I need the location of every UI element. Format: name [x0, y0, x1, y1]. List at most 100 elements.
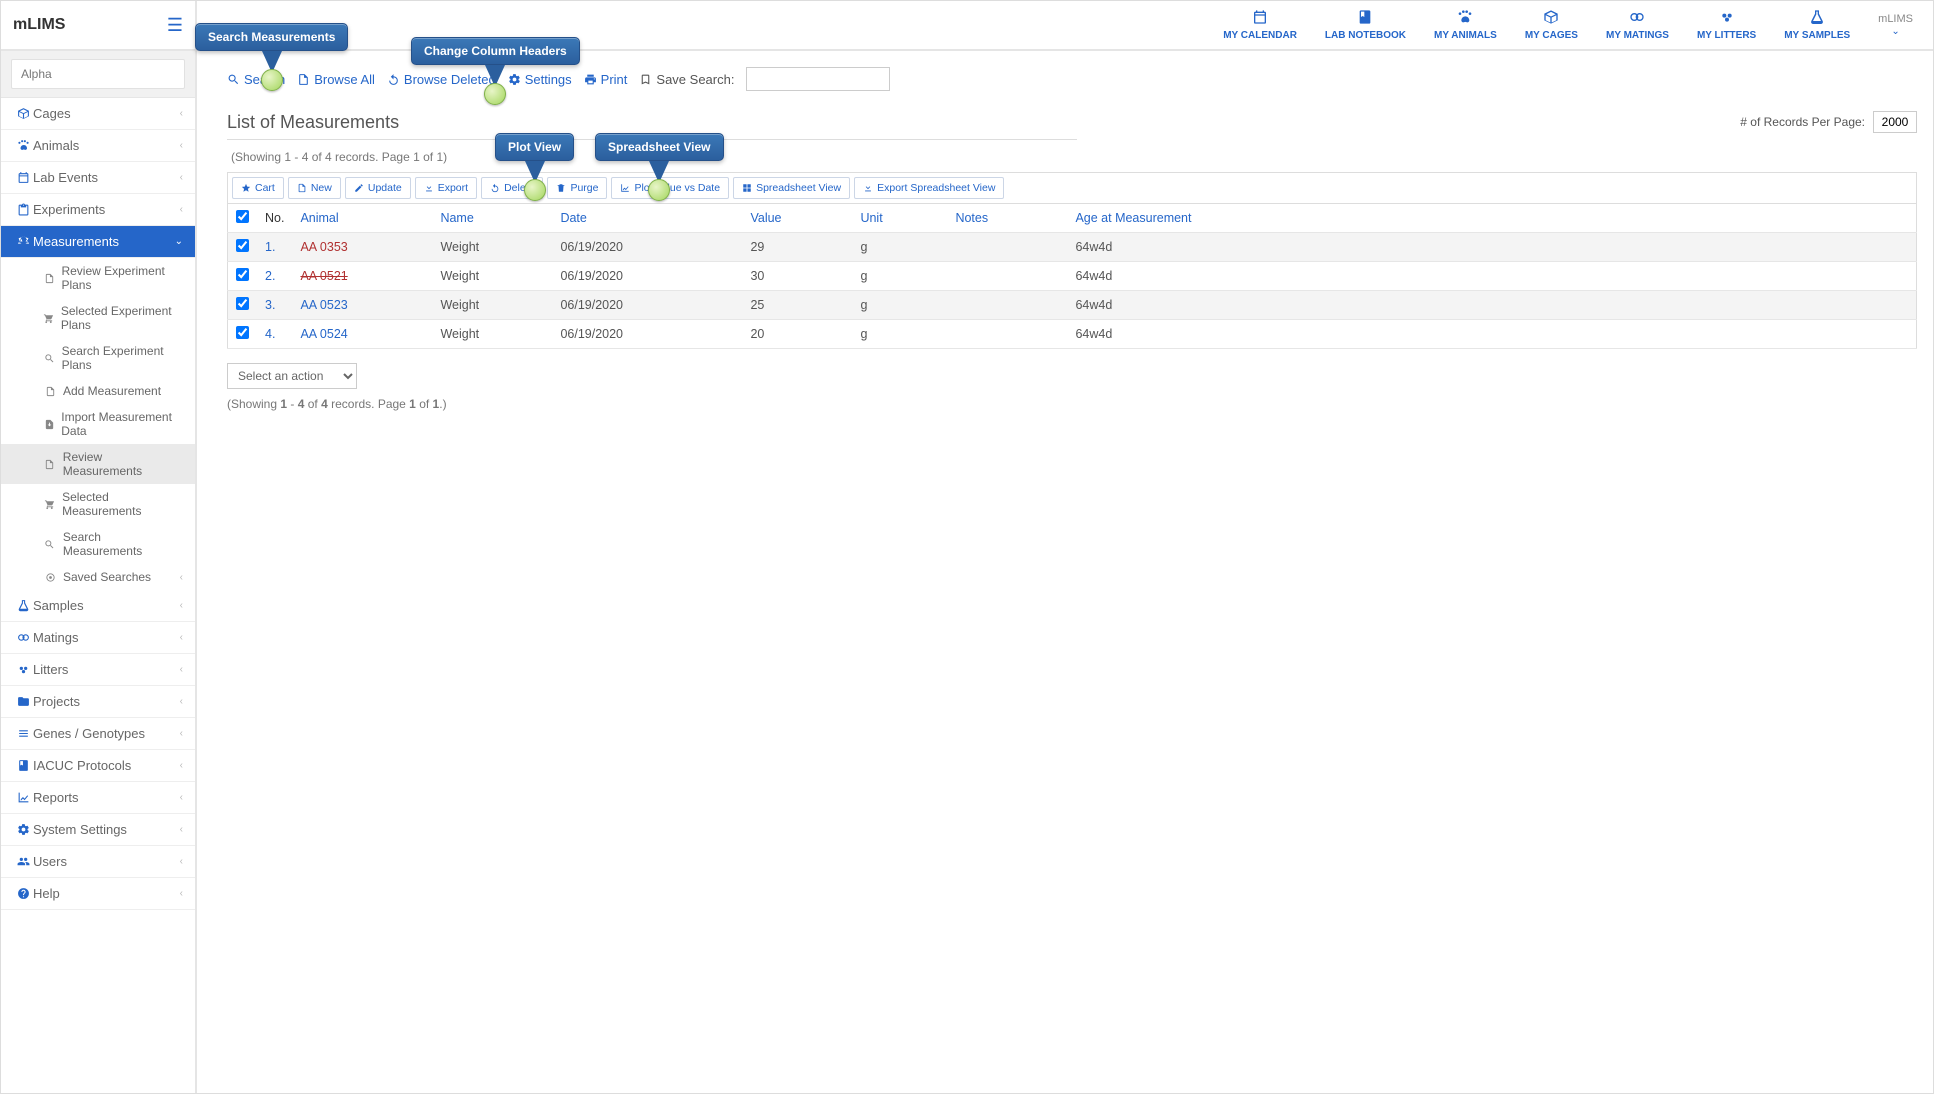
- sidebar-item-animals[interactable]: Animals‹: [1, 130, 195, 162]
- sidebar-sub-import-measurement-data[interactable]: Import Measurement Data: [1, 404, 195, 444]
- per-page-label: # of Records Per Page:: [1740, 115, 1865, 129]
- save-search-input[interactable]: [746, 67, 890, 91]
- sidebar-sub-review-experiment-plans[interactable]: Review Experiment Plans: [1, 258, 195, 298]
- sidebar-item-label: Animals: [33, 138, 79, 153]
- sidebar-sub-saved-searches[interactable]: Saved Searches‹: [1, 564, 195, 590]
- sidebar-item-experiments[interactable]: Experiments‹: [1, 194, 195, 226]
- col-checkbox[interactable]: [228, 204, 258, 233]
- sidebar-item-genes-genotypes[interactable]: Genes / Genotypes‹: [1, 718, 195, 750]
- chevron-icon: ‹: [180, 792, 183, 803]
- per-page-input[interactable]: [1873, 111, 1917, 133]
- animal-link[interactable]: AA 0353: [300, 240, 347, 254]
- sidebar-item-cages[interactable]: Cages‹: [1, 98, 195, 130]
- profile-menu[interactable]: mLIMS ⌄: [1878, 13, 1913, 37]
- sidebar-sub-review-measurements[interactable]: Review Measurements: [1, 444, 195, 484]
- bulk-action-select[interactable]: Select an action: [227, 363, 357, 389]
- cell-name: Weight: [432, 233, 552, 262]
- select-all-checkbox[interactable]: [236, 210, 249, 223]
- col-value[interactable]: Value: [742, 204, 852, 233]
- sidebar-item-users[interactable]: Users‹: [1, 846, 195, 878]
- quicknav-my-samples[interactable]: MY SAMPLES: [1784, 9, 1850, 41]
- update-button[interactable]: Update: [345, 177, 411, 199]
- hamburger-icon[interactable]: ☰: [167, 15, 183, 36]
- sidebar-item-lab-events[interactable]: Lab Events‹: [1, 162, 195, 194]
- quicknav-my-litters[interactable]: MY LITTERS: [1697, 9, 1756, 41]
- col-animal[interactable]: Animal: [292, 204, 432, 233]
- sidebar-item-samples[interactable]: Samples‹: [1, 590, 195, 622]
- sidebar-search-input[interactable]: [11, 59, 185, 89]
- row-no: 1.: [257, 233, 292, 262]
- page-title: List of Measurements: [227, 112, 399, 133]
- sidebar-sub-selected-measurements[interactable]: Selected Measurements: [1, 484, 195, 524]
- col-age[interactable]: Age at Measurement: [1067, 204, 1916, 233]
- matings-icon: [17, 631, 30, 644]
- doc-icon: [44, 459, 55, 470]
- animal-link[interactable]: AA 0523: [300, 298, 347, 312]
- sidebar-item-label: Reports: [33, 790, 79, 805]
- col-unit[interactable]: Unit: [852, 204, 947, 233]
- quicknav-my-matings[interactable]: MY MATINGS: [1606, 9, 1669, 41]
- new-button[interactable]: New: [288, 177, 341, 199]
- row-checkbox[interactable]: [236, 326, 249, 339]
- table-row: 2.AA 0521Weight06/19/202030g64w4d: [228, 262, 1917, 291]
- quicknav-lab-notebook[interactable]: LAB NOTEBOOK: [1325, 9, 1406, 41]
- sidebar-sub-label: Selected Experiment Plans: [61, 304, 183, 332]
- col-notes[interactable]: Notes: [947, 204, 1067, 233]
- cube-icon: [1543, 9, 1559, 25]
- sidebar-item-measurements[interactable]: Measurements⌄: [1, 226, 195, 258]
- chevron-icon: ‹: [180, 696, 183, 707]
- callout-search: Search Measurements: [195, 23, 348, 51]
- chevron-icon: ⌄: [175, 236, 183, 247]
- sidebar-item-label: Samples: [33, 598, 84, 613]
- sidebar-sub-search-measurements[interactable]: Search Measurements: [1, 524, 195, 564]
- print-link[interactable]: Print: [584, 72, 628, 87]
- animal-link[interactable]: AA 0524: [300, 327, 347, 341]
- col-name[interactable]: Name: [432, 204, 552, 233]
- sidebar-item-litters[interactable]: Litters‹: [1, 654, 195, 686]
- download-icon: [424, 183, 434, 193]
- sidebar-sub-add-measurement[interactable]: Add Measurement: [1, 378, 195, 404]
- sidebar-item-label: Lab Events: [33, 170, 98, 185]
- sidebar-item-projects[interactable]: Projects‹: [1, 686, 195, 718]
- col-no: No.: [257, 204, 292, 233]
- sidebar-item-label: Matings: [33, 630, 79, 645]
- row-checkbox[interactable]: [236, 268, 249, 281]
- quicknav-my-animals[interactable]: MY ANIMALS: [1434, 9, 1497, 41]
- sidebar-item-system-settings[interactable]: System Settings‹: [1, 814, 195, 846]
- cart-button[interactable]: Cart: [232, 177, 284, 199]
- col-date[interactable]: Date: [552, 204, 742, 233]
- sidebar-item-label: Litters: [33, 662, 68, 677]
- sidebar-item-matings[interactable]: Matings‹: [1, 622, 195, 654]
- litters-icon: [1719, 9, 1735, 25]
- cube-icon: [17, 107, 30, 120]
- quicknav-my-cages[interactable]: MY CAGES: [1525, 9, 1578, 41]
- quicknav-my-calendar[interactable]: MY CALENDAR: [1223, 9, 1297, 41]
- sidebar-sub-selected-experiment-plans[interactable]: Selected Experiment Plans: [1, 298, 195, 338]
- print-icon: [584, 73, 597, 86]
- sidebar-sub-search-experiment-plans[interactable]: Search Experiment Plans: [1, 338, 195, 378]
- row-checkbox[interactable]: [236, 297, 249, 310]
- row-no: 2.: [257, 262, 292, 291]
- quicknav-label: MY CALENDAR: [1223, 30, 1297, 41]
- folder-icon: [17, 695, 30, 708]
- row-checkbox[interactable]: [236, 239, 249, 252]
- spreadsheet-button[interactable]: Spreadsheet View: [733, 177, 850, 199]
- doc-icon: [297, 183, 307, 193]
- callout-target-icon: [648, 179, 670, 201]
- sidebar-sub-label: Review Experiment Plans: [61, 264, 183, 292]
- book-icon: [17, 759, 30, 772]
- list-icon: [17, 727, 30, 740]
- sidebar-item-help[interactable]: Help‹: [1, 878, 195, 910]
- export-spreadsheet-button[interactable]: Export Spreadsheet View: [854, 177, 1004, 199]
- sidebar-item-iacuc-protocols[interactable]: IACUC Protocols‹: [1, 750, 195, 782]
- table-row: 1.AA 0353Weight06/19/202029g64w4d: [228, 233, 1917, 262]
- animal-link[interactable]: AA 0521: [300, 269, 347, 283]
- export-button[interactable]: Export: [415, 177, 477, 199]
- target-icon: [45, 572, 56, 583]
- sidebar-item-reports[interactable]: Reports ‹: [1, 782, 195, 814]
- star-icon: [241, 183, 251, 193]
- quicknav-label: MY SAMPLES: [1784, 30, 1850, 41]
- cell-value: 25: [742, 291, 852, 320]
- sidebar-sub-label: Review Measurements: [63, 450, 183, 478]
- cell-notes: [947, 262, 1067, 291]
